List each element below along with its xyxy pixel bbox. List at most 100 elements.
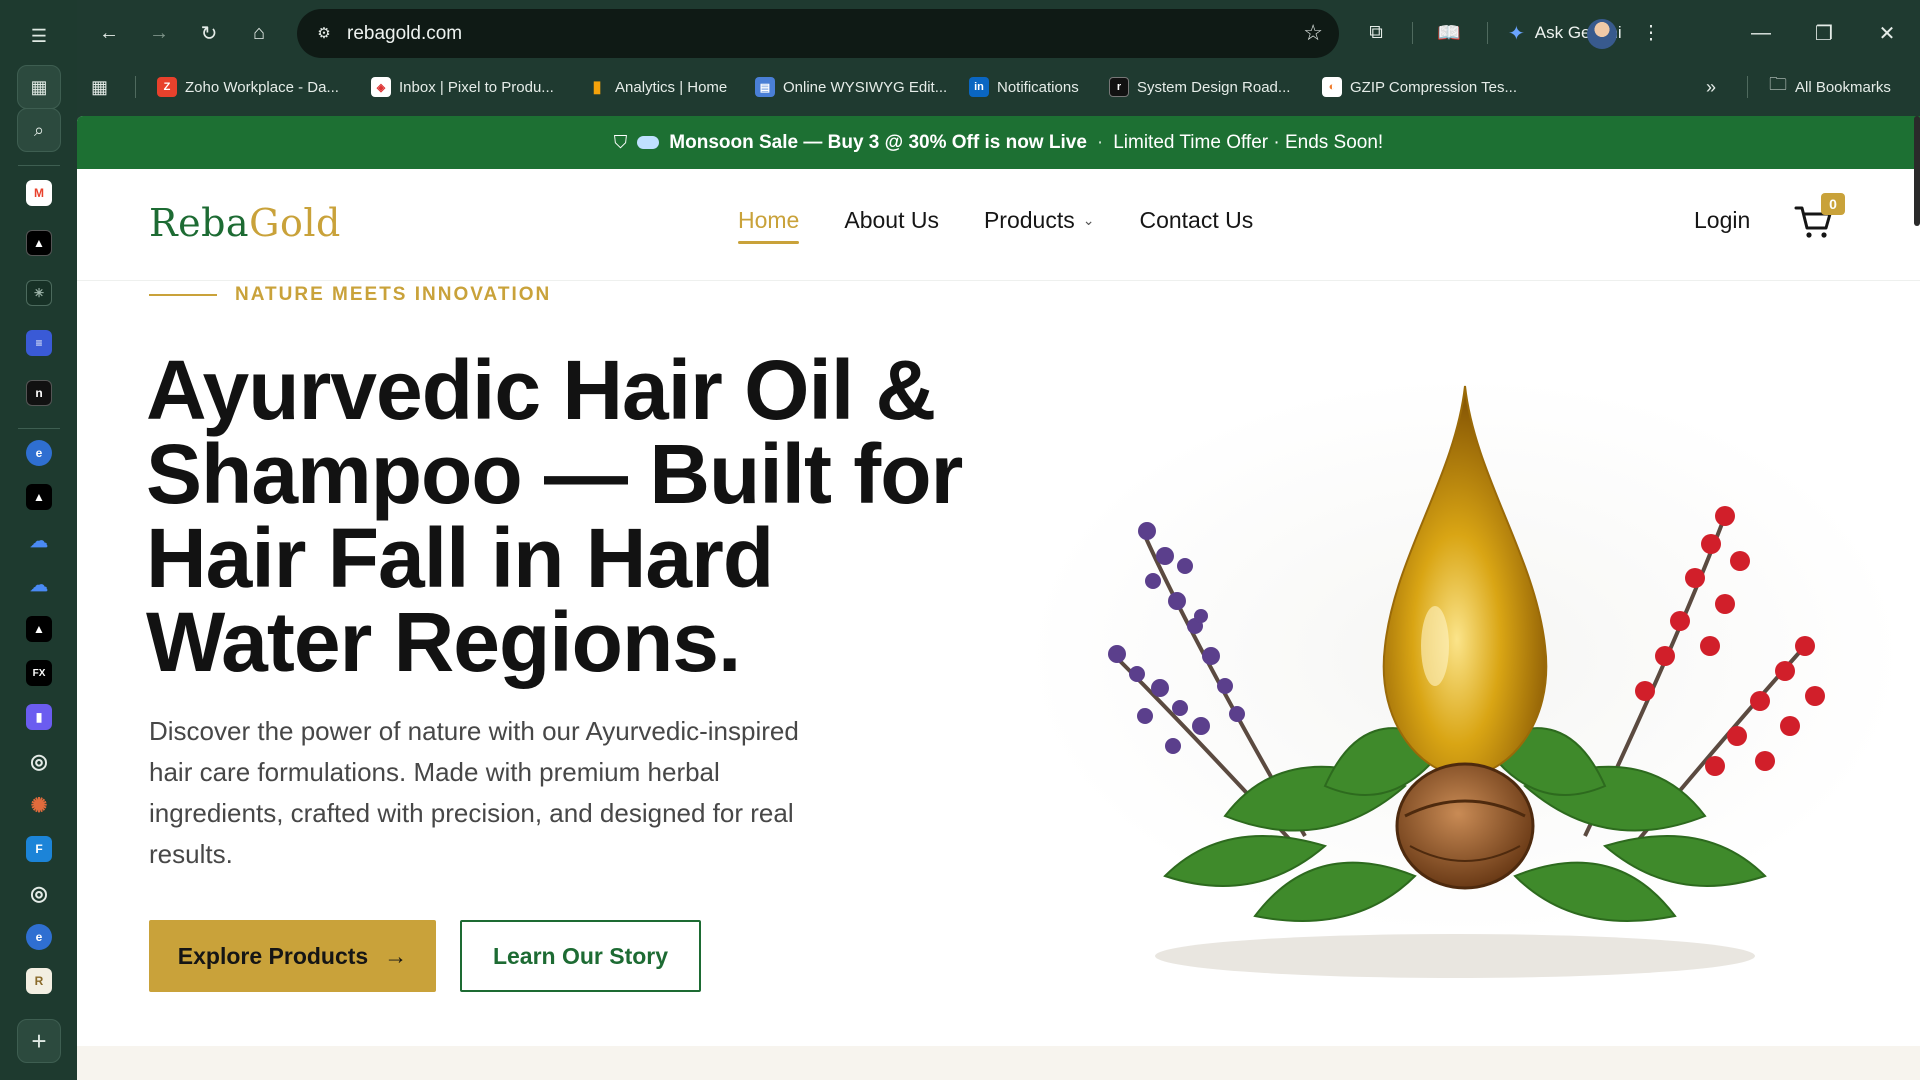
cloud-tab-icon[interactable]: ☁ <box>26 572 52 598</box>
reading-mode-icon[interactable]: 📖 <box>1433 17 1465 49</box>
all-bookmarks-label: All Bookmarks <box>1795 78 1891 96</box>
tool-tab-icon[interactable]: ✳ <box>26 280 52 306</box>
explore-products-button[interactable]: Explore Products → <box>149 920 436 992</box>
url-text[interactable]: rebagold.com <box>347 23 462 45</box>
nav-products[interactable]: Products ⌄ <box>984 207 1095 244</box>
bookmarks-bar: ▦ Z Zoho Workplace - Da... ◈ Inbox | Pix… <box>77 68 1920 106</box>
tag-icon: ⛉ <box>613 132 628 152</box>
bookmark-star-icon[interactable]: ☆ <box>1303 20 1323 46</box>
tab-search-icon[interactable]: ⌕ <box>17 108 61 152</box>
sidebar-divider <box>18 165 60 166</box>
toolbar-divider <box>1487 22 1488 44</box>
site-header: RebaGold Home About Us Products ⌄ Contac… <box>77 169 1920 281</box>
main-nav: Home About Us Products ⌄ Contact Us <box>738 207 1253 244</box>
bookmark-label: Notifications <box>997 78 1079 96</box>
next-section-edge <box>77 1046 1920 1080</box>
roadmap-icon: r <box>1109 77 1129 97</box>
explore-products-label: Explore Products <box>177 942 369 969</box>
bookmark-item[interactable]: ◈ Inbox | Pixel to Produ... <box>371 74 554 100</box>
edge-tab-icon[interactable]: e <box>26 440 52 466</box>
chrome-tab-icon[interactable]: ◎ <box>26 748 52 774</box>
hero-title-line: Hair Fall in Hard <box>146 511 774 605</box>
nav-about-us[interactable]: About Us <box>844 207 939 244</box>
board-tab-icon[interactable]: ≡ <box>26 330 52 356</box>
more-bookmarks-icon[interactable]: » <box>1706 74 1716 100</box>
restore-icon[interactable]: ❐ <box>1804 16 1844 50</box>
scrollbar-thumb[interactable] <box>1914 116 1920 226</box>
bookmark-item[interactable]: ◐ GZIP Compression Tes... <box>1322 74 1517 100</box>
bookmark-label: GZIP Compression Tes... <box>1350 78 1518 96</box>
promo-banner: ⛉ Monsoon Sale — Buy 3 @ 30% Off is now … <box>77 116 1920 169</box>
collapse-tabs-icon[interactable]: ☰ <box>17 14 61 58</box>
bookmarks-divider <box>135 76 136 98</box>
chevron-down-icon: ⌄ <box>1082 212 1095 228</box>
browser-window: ☰ ▦ ⌕ M ▲ ✳ ≡ n e ▲ ☁ ☁ ▲ FX ▮ ◎ ✺ F ◎ e… <box>0 0 1920 1080</box>
vercel-tab-icon[interactable]: ▲ <box>26 616 52 642</box>
page-viewport: ⛉ Monsoon Sale — Buy 3 @ 30% Off is now … <box>77 116 1920 1080</box>
promo-offer-text: Limited Time Offer · Ends Soon! <box>1113 131 1384 153</box>
address-bar[interactable]: ⚙ rebagold.com ☆ <box>297 9 1339 58</box>
zoho-icon: Z <box>157 77 177 97</box>
bookmark-label: Zoho Workplace - Da... <box>185 78 339 96</box>
formula-tab-icon[interactable]: F <box>26 836 52 862</box>
bookmark-item[interactable]: ▤ Online WYSIWYG Edit... <box>755 74 947 100</box>
gemini-icon: ✦ <box>1508 22 1525 45</box>
hero-eyebrow: NATURE MEETS INNOVATION <box>149 284 551 306</box>
extensions-icon[interactable]: ⧉ <box>1360 17 1392 49</box>
new-tab-icon[interactable]: + <box>17 1019 61 1063</box>
menu-kebab-icon[interactable]: ⋮ <box>1635 17 1667 49</box>
notion-tab-icon[interactable]: n <box>26 380 52 406</box>
analytics-icon: ▮ <box>592 79 602 96</box>
site-settings-icon[interactable]: ⚙ <box>313 22 335 44</box>
gmail-tab-icon[interactable]: M <box>26 180 52 206</box>
hero-oil-drop-illustration <box>1025 376 1905 978</box>
vercel-tab-icon[interactable]: ▲ <box>26 230 52 256</box>
apps-grid-icon[interactable]: ▦ <box>91 74 108 100</box>
reload-icon[interactable]: ↻ <box>193 17 225 49</box>
minimize-icon[interactable]: — <box>1741 16 1781 50</box>
promo-separator: · <box>1096 131 1104 153</box>
rebagold-tab-icon[interactable]: R <box>26 968 52 994</box>
all-bookmarks-button[interactable]: 🗀 All Bookmarks <box>1769 74 1891 100</box>
edge-tab-icon[interactable]: e <box>26 924 52 950</box>
fx-tab-icon[interactable]: FX <box>26 660 52 686</box>
home-icon[interactable]: ⌂ <box>243 17 275 49</box>
cart-count-badge: 0 <box>1821 193 1845 215</box>
arrow-right-icon: → <box>384 942 408 969</box>
chart-tab-icon[interactable]: ▮ <box>26 704 52 730</box>
tab-groups-icon[interactable]: ▦ <box>17 65 61 109</box>
nav-contact-us[interactable]: Contact Us <box>1139 207 1253 244</box>
eyebrow-text: NATURE MEETS INNOVATION <box>235 284 552 305</box>
bookmark-label: Analytics | Home <box>615 78 728 96</box>
hero-title-line: Shampoo — Built for <box>146 427 963 521</box>
chrome-tab-icon[interactable]: ◎ <box>26 880 52 906</box>
close-icon[interactable]: ✕ <box>1867 16 1907 50</box>
bookmark-item[interactable]: in Notifications <box>969 74 1079 100</box>
hero-title-line: Ayurvedic Hair Oil & <box>146 343 936 437</box>
bookmark-item[interactable]: r System Design Road... <box>1109 74 1290 100</box>
bookmark-item[interactable]: Z Zoho Workplace - Da... <box>157 74 339 100</box>
claude-tab-icon[interactable]: ✺ <box>26 792 52 818</box>
promo-sale-text: Monsoon Sale — Buy 3 @ 30% Off is now Li… <box>669 131 1087 153</box>
rain-cloud-icon <box>637 136 660 149</box>
bookmark-item[interactable]: ▮ Analytics | Home <box>587 74 728 100</box>
nav-products-label: Products <box>983 207 1075 233</box>
eyebrow-line <box>149 294 217 296</box>
logo-text-gold: Gold <box>249 201 341 245</box>
back-icon[interactable]: ← <box>93 17 125 49</box>
bookmarks-divider <box>1747 76 1748 98</box>
hero-description: Discover the power of nature with our Ay… <box>149 716 799 869</box>
login-link[interactable]: Login <box>1694 207 1750 234</box>
vercel-tab-icon[interactable]: ▲ <box>26 484 52 510</box>
mail-icon: ◈ <box>371 77 391 97</box>
learn-our-story-button[interactable]: Learn Our Story <box>460 920 701 992</box>
editor-icon: ▤ <box>755 77 775 97</box>
profile-avatar[interactable] <box>1587 19 1617 49</box>
forward-icon[interactable]: → <box>143 17 175 49</box>
cloud-tab-icon[interactable]: ☁ <box>26 528 52 554</box>
bookmark-label: Online WYSIWYG Edit... <box>783 78 948 96</box>
nav-home[interactable]: Home <box>738 207 800 244</box>
site-logo[interactable]: RebaGold <box>149 201 341 245</box>
hero-title-line: Water Regions. <box>146 595 741 689</box>
toolbar-divider <box>1412 22 1413 44</box>
